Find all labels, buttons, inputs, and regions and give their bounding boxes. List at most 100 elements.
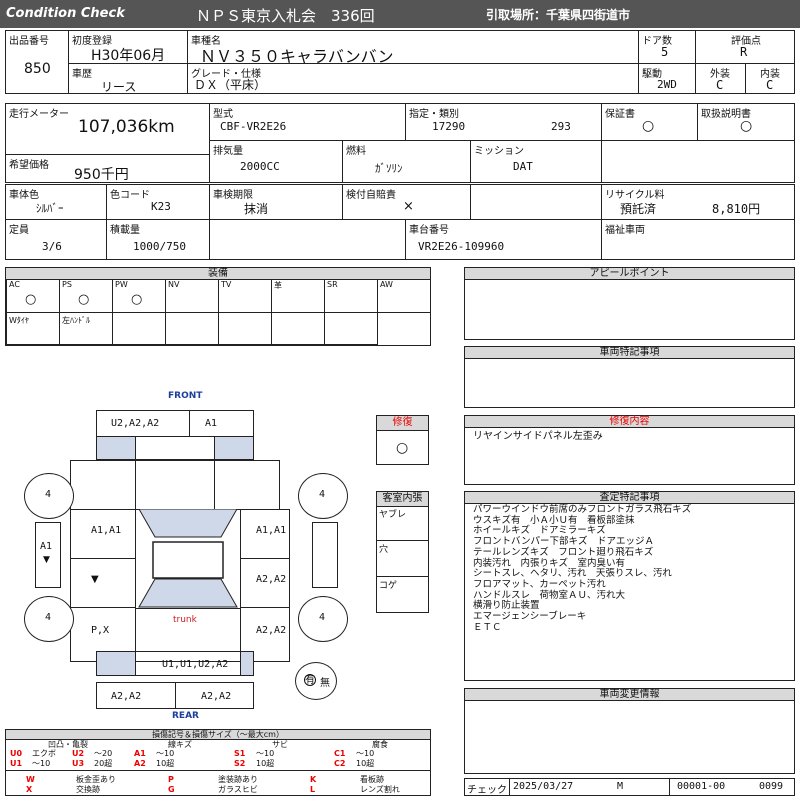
inspection-date-cell: 車検期限 抹消 [209, 184, 343, 220]
score-value: R [740, 45, 748, 59]
price-value: 950千円 [74, 167, 129, 183]
legend-code: S2 [234, 759, 246, 768]
warranty-cell: 保証書 ○ [601, 103, 698, 141]
interior-cell: 内装 C [745, 63, 795, 94]
history-cell: 車歴 リース [68, 63, 188, 94]
front-left-fender [96, 436, 136, 460]
right-body [214, 460, 280, 510]
manual-cell: 取扱説明書 ○ [697, 103, 795, 141]
insurance-cell: 検付自賠責 × [342, 184, 471, 220]
repair-details-panel: 修復内容 リヤインサイドパネル左歪み [464, 415, 795, 485]
mission-cell: ミッション DAT [470, 140, 602, 183]
equipment-cell [324, 312, 378, 345]
mileage-cell: 走行メーター 107,036km [5, 103, 210, 155]
legend-desc: 20超 [94, 759, 113, 768]
legend-mark-code: L [310, 785, 316, 794]
front-bumper: U2,A2,A2 A1 [96, 410, 254, 437]
rear-right-door: A2,A2 [240, 558, 290, 608]
exterior-cell: 外装 C [695, 63, 746, 94]
appeal-points-panel: アピールポイント [464, 267, 795, 340]
legend-desc: 10超 [356, 759, 375, 768]
chassis-cell: 車台番号 VR2E26-109960 [405, 219, 602, 260]
equipment-cell [271, 312, 325, 345]
legend-desc: 10超 [256, 759, 275, 768]
legend-title: 損傷記号＆損傷サイズ（～最大cm） [6, 730, 430, 739]
legend-code: A2 [134, 759, 146, 768]
legend-desc: 10超 [156, 759, 175, 768]
legend-desc: ～10 [32, 759, 51, 768]
blank-mid-cell [470, 184, 602, 220]
legend-desc: ～10 [156, 749, 175, 758]
equipment-cell: 左ﾊﾝﾄﾞﾙ [59, 312, 113, 345]
tire-front-left: 4 [24, 473, 74, 519]
inspection-note-line: テールレンズキズ フロント廻り飛石キズ [473, 546, 654, 558]
designation-cell: 指定・類別 17290 293 [405, 103, 602, 141]
legend-mark-desc: 塗装跡あり [218, 775, 258, 784]
equipment-cell [165, 312, 219, 345]
legend-desc: ～10 [356, 749, 375, 758]
legend-code: A1 [134, 749, 146, 758]
equipment-cell: PW ○ [112, 279, 166, 313]
legend-mark-code: W [26, 775, 35, 784]
legend-mark-code: X [26, 785, 33, 794]
recycle-cell: リサイクル料 預託済 8,810円 [601, 184, 795, 220]
legend-desc: ～10 [256, 749, 275, 758]
mileage-value: 107,036km [78, 117, 175, 137]
legend-desc: エクボ [32, 749, 56, 758]
inspector: M [617, 781, 624, 792]
doors-cell: ドア数 5 [638, 30, 696, 64]
footer-check: チェック 2025/03/27 M 00001-00 0099 [464, 778, 795, 796]
tire-rear-left: 4 [24, 596, 74, 642]
repair-box: 修復 ○ [376, 415, 429, 465]
legend-mark-desc: ガラスヒビ [218, 785, 258, 794]
cabin-item-tear: ヤブレ [379, 510, 407, 520]
cabin-item-burn: コゲ [379, 581, 398, 591]
drive-cell: 駆動 2WD [638, 63, 696, 94]
front-label: FRONT [168, 391, 203, 401]
equipment-cell: Wﾀｲﾔ [6, 312, 60, 345]
rear-left-door: ▼ [70, 558, 136, 608]
legend-mark-desc: 看板跡 [360, 775, 384, 784]
rear-right-corner [240, 651, 254, 676]
vehicle-change-panel: 車両変更情報 [464, 688, 795, 774]
color-code-cell: 色コード K23 [106, 184, 210, 220]
repair-details-text: リヤインサイドパネル左歪み [473, 431, 603, 442]
front-right-door: A1,A1 [240, 509, 290, 559]
legend-code: U2 [72, 749, 85, 758]
equipment-cell: 革 [271, 279, 325, 313]
tire-rear-right: 4 [298, 596, 348, 642]
score-cell: 評価点 R [695, 30, 795, 64]
pickup-location: 引取場所：千葉県四街道市 [486, 8, 631, 22]
inspection-note-line: エマージェンシーブレーキ [473, 611, 587, 623]
cabin-item-hole: 穴 [379, 545, 389, 555]
blank-right-cell [601, 140, 795, 183]
legend-code: U0 [10, 749, 23, 758]
auction-name: ＮＰＳ東京入札会 336回 [196, 7, 375, 25]
equipment-cell: NV [165, 279, 219, 313]
legend-mark-desc: レンズ割れ [360, 785, 400, 794]
lot-number: 850 [24, 61, 51, 77]
equipment-row-2: Wﾀｲﾔ 左ﾊﾝﾄﾞﾙ [6, 312, 378, 345]
lot-number-cell: 出品番号 850 [5, 30, 69, 94]
legend-mark-code: G [168, 785, 175, 794]
inspection-notes-list: パワーウインドウ前席のみフロントガラス飛石キズ ウスキズ有 小Ａ小Ｕ有 看板部塗抹… [473, 504, 691, 633]
fuel-cell: 燃料 ｶﾞｿﾘﾝ [342, 140, 471, 183]
equipment-panel: 装備 AC ○ PS ○ PW ○ NV TV 革 SR AW Wﾀｲﾔ 左ﾊﾝﾄﾞﾙ [5, 267, 431, 346]
welfare-cell: 福祉車両 [601, 219, 795, 260]
front-left-door: A1,A1 [70, 509, 136, 559]
type-cell: 型式 CBF-VR2E26 [209, 103, 406, 141]
equipment-row-1: AC ○ PS ○ PW ○ NV TV 革 SR AW [6, 279, 431, 313]
blank-cell-a [209, 219, 406, 260]
color-cell: 車体色 ｼﾙﾊﾞｰ [5, 184, 107, 220]
legend-code: S1 [234, 749, 246, 758]
legend-mark-desc: 板金歪あり [76, 775, 116, 784]
legend-code: C1 [334, 749, 346, 758]
special-notes-panel: 車両特記事項 [464, 346, 795, 408]
inspection-note-line: ＥＴＣ [473, 621, 502, 633]
legend-code: C2 [334, 759, 346, 768]
header-title: Condition Check [6, 6, 125, 21]
legend-mark-code: P [168, 775, 174, 784]
price-cell: 希望価格 950千円 [5, 154, 210, 183]
equipment-cell: AW [377, 279, 431, 313]
right-side-panel [312, 522, 338, 588]
